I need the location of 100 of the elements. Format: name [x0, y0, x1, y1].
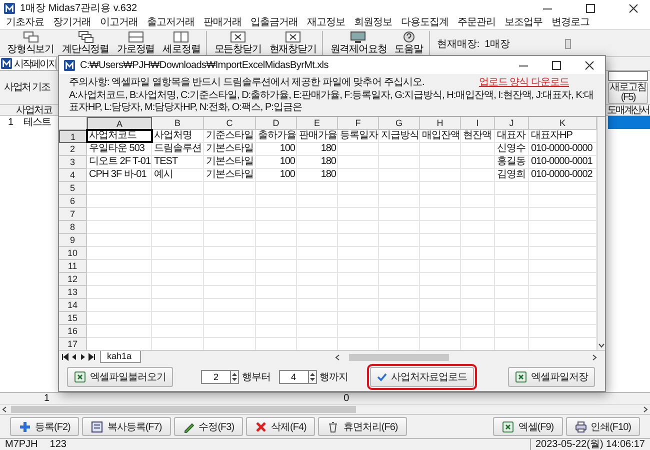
- column-header[interactable]: D: [256, 117, 297, 130]
- toolbar-button[interactable]: 세로정렬: [158, 31, 204, 56]
- notice-text: 주의사항: 엑셀파일 열항목을 반드시 드림솔루션에서 제공한 파일에 맞추어 주십시오.: [69, 76, 426, 88]
- table-cell-text: TEST: [153, 156, 179, 168]
- scrollbar-thumb[interactable]: [349, 354, 449, 360]
- column-header[interactable]: 도매계산서: [606, 105, 649, 115]
- action-button[interactable]: 삭제(F4): [246, 417, 316, 436]
- end-row-field[interactable]: 4: [278, 370, 308, 384]
- menu-item[interactable]: 회원정보: [354, 16, 392, 28]
- download-link[interactable]: 업로드 양식 다운로드: [478, 74, 569, 88]
- table-cell-text: 180: [320, 156, 337, 168]
- menu-item[interactable]: 보조업무: [504, 16, 542, 28]
- sheet-nav-icon[interactable]: [88, 353, 96, 361]
- action-button[interactable]: 인쇄(F10): [566, 417, 640, 436]
- row-header[interactable]: 9: [59, 234, 87, 247]
- maximize-icon[interactable]: [552, 60, 561, 70]
- check-icon: [377, 372, 387, 382]
- refresh-button[interactable]: 새로고침(F5): [608, 82, 648, 104]
- row-header[interactable]: 5: [59, 182, 87, 195]
- row-header[interactable]: 12: [59, 273, 87, 286]
- column-header[interactable]: J: [495, 117, 529, 130]
- menu-item[interactable]: 재고정보: [307, 16, 345, 28]
- scroll-left-icon[interactable]: [2, 406, 7, 413]
- row-header[interactable]: 10: [59, 247, 87, 260]
- menu-item[interactable]: 기초자료: [6, 16, 44, 28]
- row-header[interactable]: 11: [59, 260, 87, 273]
- corner-cell[interactable]: [59, 117, 87, 130]
- toolbar-button[interactable]: 원격제어요청: [326, 31, 391, 56]
- toolbar-button[interactable]: 가로정렬: [113, 31, 159, 56]
- scroll-right-icon[interactable]: [592, 354, 597, 360]
- row-header[interactable]: 16: [59, 325, 87, 338]
- maximize-icon[interactable]: [586, 4, 595, 12]
- toolbar-button[interactable]: 장형식보기: [3, 31, 58, 56]
- close-icon[interactable]: [585, 60, 594, 70]
- spin-arrows-icon[interactable]: [308, 371, 316, 383]
- column-header[interactable]: E: [297, 117, 338, 130]
- action-button[interactable]: 엑셀(F9): [493, 417, 563, 436]
- table-cell-text: 홍길동: [496, 156, 526, 168]
- action-button[interactable]: 수정(F3): [174, 417, 244, 436]
- menu-item[interactable]: 장기거래: [53, 16, 91, 28]
- table-cell-text: 100: [278, 143, 296, 155]
- column-header[interactable]: K: [529, 117, 597, 130]
- toolbar-button[interactable]: 모든창닫기: [210, 31, 266, 56]
- table-cell-text: 기본스타일: [205, 143, 254, 155]
- column-header[interactable]: H: [420, 117, 461, 130]
- close-icon[interactable]: [629, 4, 638, 12]
- row-header[interactable]: 15: [59, 312, 87, 325]
- row-header[interactable]: 2: [59, 143, 87, 156]
- search-field[interactable]: [608, 71, 648, 81]
- row-header[interactable]: 3: [59, 156, 87, 169]
- start-row-field[interactable]: 2: [201, 370, 231, 384]
- column-header[interactable]: B: [152, 117, 204, 130]
- scroll-right-icon[interactable]: [643, 406, 648, 413]
- scroll-left-icon[interactable]: [335, 354, 340, 360]
- row-header[interactable]: 14: [59, 299, 87, 312]
- menu-item[interactable]: 판매거래: [204, 16, 242, 28]
- footer-total: 0: [344, 393, 350, 404]
- action-button[interactable]: 등록(F2): [10, 417, 80, 436]
- toolbar-button[interactable]: 도움말: [390, 31, 427, 56]
- window-stack-icon: [22, 31, 38, 43]
- row-header[interactable]: 7: [59, 208, 87, 221]
- load-excel-button[interactable]: 엑셀파일불러오기: [67, 367, 173, 387]
- scroll-down-icon[interactable]: [598, 343, 605, 348]
- status-user: M7PJH: [5, 439, 38, 450]
- column-header[interactable]: F: [338, 117, 379, 130]
- upload-button[interactable]: 사업처자료업로드: [370, 367, 474, 387]
- row-header[interactable]: 1: [59, 130, 87, 143]
- column-header[interactable]: A: [87, 117, 152, 130]
- form-icon: [91, 420, 104, 432]
- column-header[interactable]: I: [461, 117, 495, 130]
- menu-item[interactable]: 주문관리: [458, 16, 496, 28]
- row-header[interactable]: 6: [59, 195, 87, 208]
- save-excel-button[interactable]: 엑셀파일저장: [508, 367, 595, 387]
- column-header[interactable]: C: [204, 117, 256, 130]
- sheet-tab[interactable]: kah1a: [100, 351, 141, 363]
- menu-item[interactable]: 변경로그: [552, 16, 590, 28]
- action-button[interactable]: 휴면처리(F6): [318, 417, 407, 436]
- toolbar-button[interactable]: 현재창닫기: [265, 31, 320, 56]
- scrollbar-thumb[interactable]: [11, 406, 356, 413]
- row-header[interactable]: 4: [59, 169, 87, 182]
- dropdown-handle[interactable]: [565, 38, 572, 48]
- page-tab[interactable]: 시작페이지: [0, 57, 57, 70]
- menu-item[interactable]: 이고거래: [100, 16, 138, 28]
- app-logo-icon: [4, 2, 15, 14]
- menu-item[interactable]: 출고저거래: [147, 16, 194, 28]
- menu-item[interactable]: 다용도집계: [401, 16, 448, 28]
- row-header[interactable]: 8: [59, 221, 87, 234]
- close-window-icon: [230, 31, 246, 43]
- printer-icon: [574, 420, 587, 432]
- table-cell-text: 김영희: [496, 169, 526, 181]
- column-header[interactable]: 사업처코: [16, 105, 52, 115]
- pencil-icon: [182, 420, 195, 432]
- sheet-nav-icon[interactable]: [61, 353, 69, 361]
- spin-arrows-icon[interactable]: [231, 371, 238, 383]
- row-header[interactable]: 13: [59, 286, 87, 299]
- action-button[interactable]: 복사등록(F7): [82, 417, 171, 436]
- window-title: 1매장 Midas7관리용 v.632: [20, 2, 138, 15]
- row-header[interactable]: 17: [59, 338, 87, 350]
- column-header[interactable]: G: [379, 117, 420, 130]
- menu-item[interactable]: 입출금거래: [250, 16, 298, 28]
